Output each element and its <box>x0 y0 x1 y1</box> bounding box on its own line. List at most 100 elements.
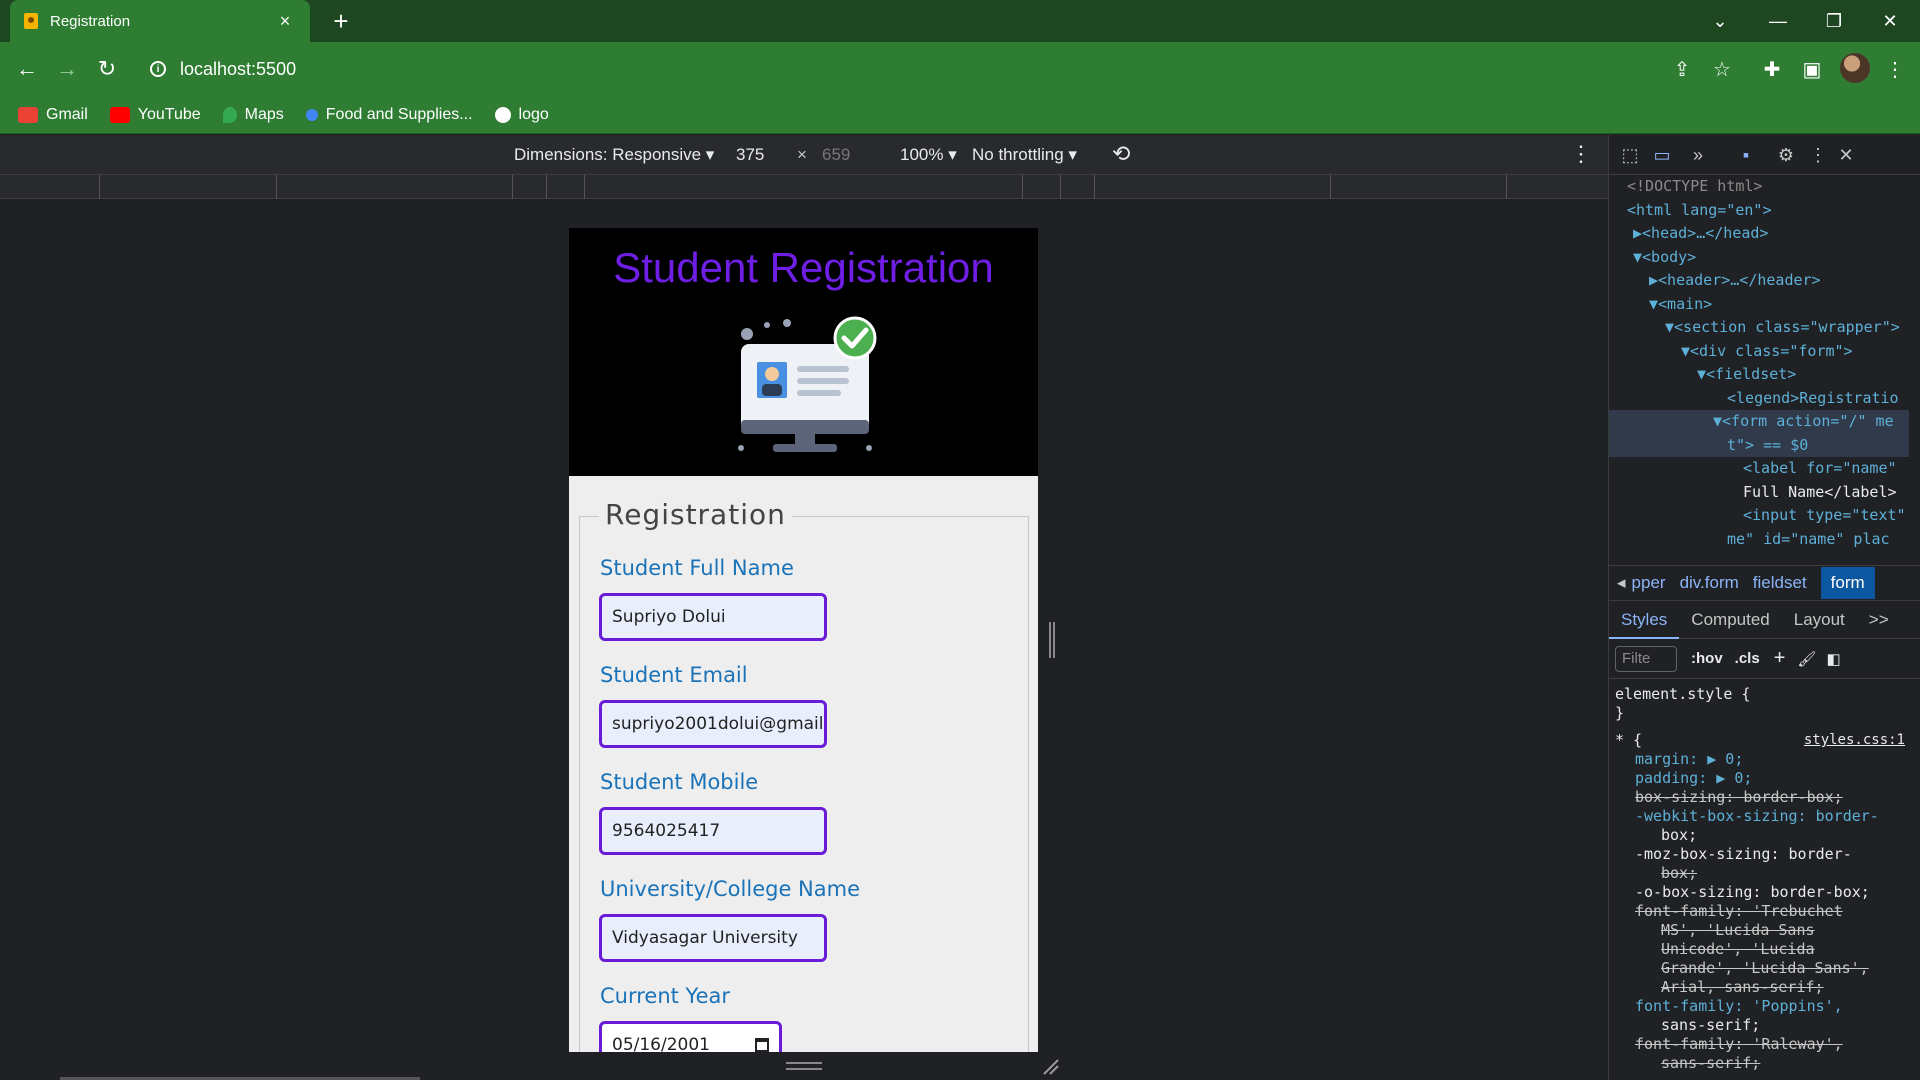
style-declaration-overridden[interactable]: box-sizing: border-box; <box>1609 788 1909 807</box>
youtube-icon <box>109 106 130 123</box>
dom-node[interactable]: me" id="name" plac <box>1609 528 1909 551</box>
dom-node-selected[interactable]: ▼<form action="/" me <box>1609 410 1909 434</box>
bookmark-food-and-supplies[interactable]: Food and Supplies... <box>305 106 473 124</box>
style-declaration[interactable]: -moz-box-sizing: border- <box>1609 845 1909 864</box>
tab-layout[interactable]: Layout <box>1782 610 1857 630</box>
dom-node[interactable]: ▼<section class="wrapper"> <box>1609 316 1909 340</box>
style-declaration-cont: Unicode', 'Lucida <box>1661 940 1815 958</box>
close-window-icon[interactable]: ✕ <box>1862 0 1918 42</box>
dom-node[interactable]: <input type="text" <box>1609 504 1909 528</box>
tab-styles[interactable]: Styles <box>1609 601 1680 639</box>
site-info-icon[interactable]: i <box>150 61 166 77</box>
hover-state-toggle[interactable]: :hov <box>1691 650 1723 667</box>
reload-icon[interactable]: ↻ <box>92 54 122 84</box>
dom-node[interactable]: ▼<main> <box>1609 293 1909 317</box>
tab-more[interactable]: >> <box>1857 610 1901 630</box>
dom-node[interactable]: ▼<body> <box>1609 246 1909 270</box>
tab-close-icon[interactable]: × <box>274 11 296 32</box>
tab-registration[interactable]: Registration × <box>10 0 310 42</box>
bookmark-logo[interactable]: logo <box>494 106 549 124</box>
bookmark-maps[interactable]: Maps <box>222 106 284 124</box>
calendar-icon[interactable] <box>755 1038 769 1052</box>
dom-node[interactable]: <!DOCTYPE html> <box>1609 175 1909 199</box>
settings-gear-icon[interactable]: ⚙ <box>1773 143 1799 167</box>
style-declaration[interactable]: margin: ▶ 0; <box>1609 750 1909 769</box>
email-input[interactable]: supriyo2001dolui@gmail.com <box>599 700 827 748</box>
side-panel-icon[interactable]: ▣ <box>1797 54 1827 84</box>
device-toggle-icon[interactable]: ▭ <box>1649 143 1675 167</box>
media-query-ruler[interactable] <box>0 175 1608 199</box>
throttling-dropdown[interactable]: No throttling ▾ <box>972 145 1077 165</box>
bookmark-gmail[interactable]: Gmail <box>18 106 88 124</box>
full-name-input[interactable]: Supriyo Dolui <box>599 593 827 641</box>
profile-avatar[interactable] <box>1840 53 1870 83</box>
dom-node[interactable]: <html lang="en"> <box>1609 199 1909 223</box>
mobile-input[interactable]: 9564025417 <box>599 807 827 855</box>
paint-brush-icon[interactable]: 🖌 <box>1797 650 1816 668</box>
style-declaration[interactable]: padding: ▶ 0; <box>1609 769 1909 788</box>
height-input[interactable]: 659 <box>822 145 850 165</box>
dom-node[interactable]: <label for="name" <box>1609 457 1909 481</box>
width-input[interactable]: 375 <box>736 145 764 165</box>
style-rule-selector[interactable]: element.style { <box>1609 685 1909 704</box>
style-declaration-cont: sans-serif; <box>1661 1054 1761 1072</box>
style-declaration-cont: sans-serif; <box>1661 1016 1761 1034</box>
share-icon[interactable]: ⇪ <box>1667 54 1697 84</box>
viewport-resize-handle-bottom[interactable] <box>786 1062 822 1070</box>
bookmark-star-icon[interactable]: ☆ <box>1707 54 1737 84</box>
toggle-sidebar-icon[interactable]: ◧ <box>1826 650 1840 668</box>
breadcrumb-item-selected[interactable]: form <box>1820 567 1875 599</box>
new-tab-button[interactable]: + <box>326 6 356 36</box>
style-rule-selector[interactable]: * { styles.css:1 <box>1609 731 1909 750</box>
maps-icon <box>222 106 237 123</box>
dom-node[interactable]: ▶<head>…</head> <box>1609 222 1909 246</box>
menu-kebab-icon[interactable]: ⋮ <box>1880 54 1910 84</box>
ruler-marker <box>1330 175 1331 199</box>
issues-icon[interactable]: ▪ <box>1733 143 1759 167</box>
style-declaration[interactable]: font-family: 'Poppins', <box>1609 997 1909 1016</box>
breadcrumb-item[interactable]: fieldset <box>1753 573 1807 593</box>
breadcrumb-item[interactable]: div.form <box>1680 573 1739 593</box>
forward-icon[interactable]: → <box>52 54 82 84</box>
zoom-dropdown[interactable]: 100% ▾ <box>900 145 957 165</box>
source-link[interactable]: styles.css:1 <box>1804 731 1905 750</box>
gmail-icon <box>18 106 38 123</box>
bookmark-youtube[interactable]: YouTube <box>109 106 201 124</box>
style-declaration-overridden[interactable]: font-family: 'Trebuchet <box>1609 902 1909 921</box>
address-bar[interactable]: i localhost:5500 <box>136 49 1690 89</box>
minimize-icon[interactable]: — <box>1750 0 1806 42</box>
dom-node[interactable]: ▼<fieldset> <box>1609 363 1909 387</box>
dom-node[interactable]: Full Name</label> <box>1609 481 1909 505</box>
inspect-element-icon[interactable]: ⬚ <box>1617 143 1643 167</box>
more-tabs-icon[interactable]: » <box>1685 143 1711 167</box>
new-style-rule-icon[interactable]: + <box>1774 647 1786 670</box>
dom-node[interactable]: ▼<div class="form"> <box>1609 340 1909 364</box>
registration-illustration-icon <box>738 316 877 452</box>
breadcrumb-scroll-left-icon[interactable]: ◂ <box>1609 573 1626 593</box>
restore-icon[interactable]: ❐ <box>1806 0 1862 42</box>
tab-search-icon[interactable]: ⌄ <box>1692 0 1748 42</box>
style-declaration[interactable]: -webkit-box-sizing: border- <box>1609 807 1909 826</box>
rotate-icon[interactable]: ⟲ <box>1112 141 1130 167</box>
dom-node[interactable]: ▶<header>…</header> <box>1609 269 1909 293</box>
current-year-date-input[interactable]: 05/16/2001 <box>599 1021 782 1052</box>
ruler-marker <box>584 175 585 199</box>
elements-vertical-scrollbar[interactable] <box>1900 185 1912 565</box>
style-declaration-overridden[interactable]: font-family: 'Raleway', <box>1609 1035 1909 1054</box>
dimensions-dropdown[interactable]: Dimensions: Responsive ▾ <box>514 145 714 165</box>
back-icon[interactable]: ← <box>12 54 42 84</box>
close-devtools-icon[interactable]: ✕ <box>1833 143 1859 167</box>
dom-node[interactable]: <legend>Registratio <box>1609 387 1909 411</box>
style-declaration[interactable]: -o-box-sizing: border-box; <box>1609 883 1909 902</box>
breadcrumb-item[interactable]: pper <box>1632 573 1666 593</box>
device-menu-icon[interactable]: ⋮ <box>1570 141 1592 167</box>
university-input[interactable]: Vidyasagar University <box>599 914 827 962</box>
styles-filter-input[interactable]: Filte <box>1615 645 1677 672</box>
class-toggle[interactable]: .cls <box>1735 650 1760 667</box>
extensions-icon[interactable]: ✚ <box>1757 54 1787 84</box>
tab-computed[interactable]: Computed <box>1679 610 1781 630</box>
devtools-menu-icon[interactable]: ⋮ <box>1805 143 1831 167</box>
elements-tree[interactable]: <!DOCTYPE html> <html lang="en"> ▶<head>… <box>1609 175 1909 550</box>
viewport-resize-handle-right[interactable] <box>1049 622 1055 658</box>
viewport-resize-corner-icon[interactable] <box>1042 1058 1060 1076</box>
